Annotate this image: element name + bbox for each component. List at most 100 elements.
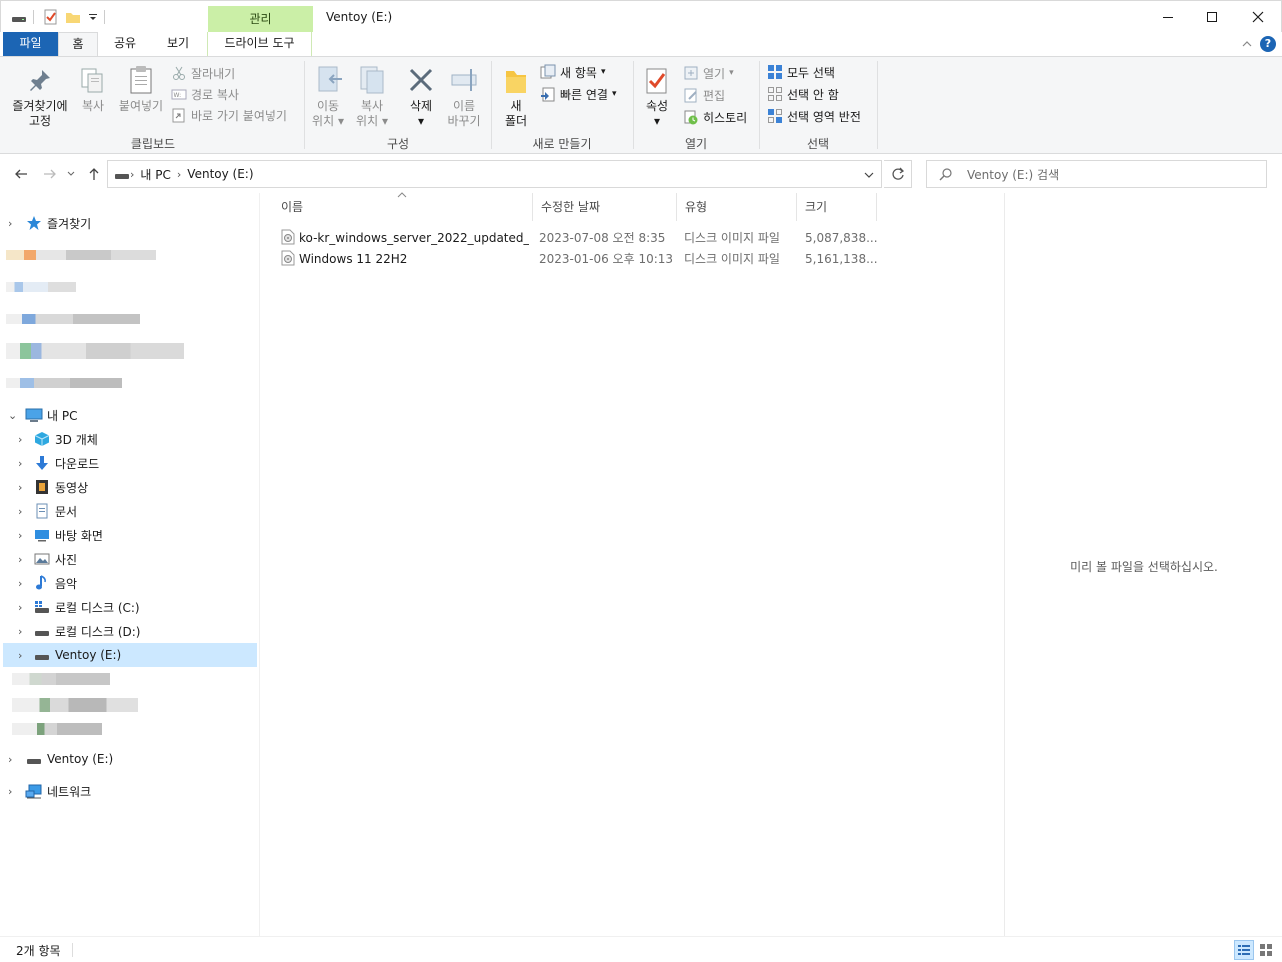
drive-icon (35, 655, 49, 660)
nav-item-3d-objects[interactable]: › 3D 개체 (0, 427, 258, 451)
address-bar[interactable]: › 내 PC › Ventoy (E:) (107, 160, 882, 188)
copy-icon (80, 67, 106, 95)
chevron-down-icon[interactable]: ⌄ (8, 409, 17, 422)
breadcrumb-ventoy[interactable]: Ventoy (E:) (187, 167, 253, 181)
maximize-button[interactable] (1189, 1, 1235, 33)
nav-item-network[interactable]: › 네트워크 (0, 779, 258, 803)
back-button[interactable] (11, 164, 31, 184)
up-button[interactable] (84, 164, 104, 184)
delete-label: 삭제 (409, 99, 433, 113)
chevron-right-icon[interactable]: › (18, 649, 22, 662)
chevron-right-icon[interactable]: › (8, 785, 12, 798)
pin-to-quick-access-button[interactable]: 즐겨찾기에 고정 (4, 99, 76, 129)
nav-item-ventoy-root[interactable]: › Ventoy (E:) (0, 747, 258, 771)
nav-item-favorites[interactable]: › 즐겨찾기 (0, 211, 258, 235)
new-folder-icon[interactable] (65, 9, 81, 25)
move-to-button[interactable]: 이동 위치 ▾ (308, 99, 348, 129)
move-to-icon (316, 65, 346, 97)
details-view-icon (1238, 945, 1250, 955)
nav-item-documents[interactable]: › 문서 (0, 499, 258, 523)
new-folder-button[interactable]: 새 폴더 (496, 99, 536, 129)
details-view-button[interactable] (1234, 940, 1254, 960)
history-button[interactable]: 히스토리 (683, 107, 747, 127)
refresh-button[interactable] (884, 160, 912, 188)
table-row[interactable]: Windows 11 22H2 2023-01-06 오후 10:13 디스크 … (277, 248, 878, 269)
system-drive-icon (35, 601, 49, 613)
column-header-type[interactable]: 유형 (677, 193, 797, 221)
close-button[interactable] (1235, 1, 1281, 33)
tab-view[interactable]: 보기 (155, 32, 201, 56)
copy-button[interactable]: 복사 (76, 99, 110, 114)
nav-item-local-disk-c[interactable]: › 로컬 디스크 (C:) (0, 595, 258, 619)
column-header-size[interactable]: 크기 (797, 193, 877, 221)
chevron-right-icon[interactable]: › (8, 217, 12, 230)
large-icons-view-button[interactable] (1256, 940, 1276, 960)
chevron-right-icon[interactable]: › (18, 529, 22, 542)
new-item-button[interactable]: 새 항목 ▾ (540, 62, 605, 82)
tab-drive-tools[interactable]: 드라이브 도구 (207, 32, 312, 56)
tab-home[interactable]: 홈 (58, 32, 98, 57)
nav-item-ventoy-selected[interactable]: › Ventoy (E:) (3, 643, 257, 667)
cut-button[interactable]: 잘라내기 (171, 63, 235, 83)
chevron-right-icon[interactable]: › (18, 505, 22, 518)
group-separator (877, 61, 878, 149)
customize-toolbar-icon[interactable] (85, 9, 101, 25)
edit-button[interactable]: 편집 (683, 85, 725, 105)
arrow-right-icon (44, 169, 56, 179)
star-icon (27, 216, 41, 230)
address-dropdown-icon[interactable] (863, 169, 875, 181)
delete-button[interactable]: 삭제 ▾ (400, 99, 442, 129)
chevron-right-icon[interactable]: › (18, 553, 22, 566)
copy-path-button[interactable]: W: 경로 복사 (171, 84, 239, 104)
column-header-name[interactable]: 이름 (273, 193, 533, 221)
chevron-right-icon[interactable]: › (18, 577, 22, 590)
search-input[interactable]: Ventoy (E:) 검색 (926, 160, 1267, 188)
nav-item-local-disk-d[interactable]: › 로컬 디스크 (D:) (0, 619, 258, 643)
paste-shortcut-button[interactable]: 바로 가기 붙여넣기 (171, 105, 287, 125)
chevron-right-icon[interactable]: › (18, 481, 22, 494)
help-icon[interactable]: ? (1260, 36, 1276, 52)
drive-icon[interactable] (11, 9, 27, 25)
nav-item-desktop[interactable]: › 바탕 화면 (0, 523, 258, 547)
chevron-right-icon[interactable]: › (18, 625, 22, 638)
nav-item-downloads[interactable]: › 다운로드 (0, 451, 258, 475)
tab-manage[interactable]: 관리 (208, 6, 313, 33)
properties-icon[interactable] (43, 9, 59, 25)
file-type: 디스크 이미지 파일 (684, 252, 780, 266)
drive-icon (27, 759, 41, 764)
select-none-button[interactable]: 선택 안 함 (767, 84, 839, 104)
recent-locations-button[interactable] (64, 164, 78, 184)
rename-button[interactable]: 이름 바꾸기 (442, 99, 486, 129)
search-icon (939, 168, 952, 181)
properties-button[interactable]: 속성 ▾ (638, 99, 676, 129)
easy-access-icon (541, 87, 555, 102)
drive-icon (115, 174, 129, 179)
nav-item-videos[interactable]: › 동영상 (0, 475, 258, 499)
nav-item-music[interactable]: › 음악 (0, 571, 258, 595)
nav-label: 바탕 화면 (55, 528, 103, 543)
paste-button[interactable]: 붙여넣기 (113, 99, 169, 114)
easy-access-button[interactable]: 빠른 연결 ▾ (540, 84, 617, 104)
chevron-right-icon[interactable]: › (8, 753, 12, 766)
tab-file[interactable]: 파일 (3, 32, 58, 56)
breadcrumb-this-pc[interactable]: 내 PC (140, 166, 170, 183)
copy-path-label: 경로 복사 (191, 87, 239, 102)
divider (33, 10, 34, 24)
column-header-modified[interactable]: 수정한 날짜 (533, 193, 677, 221)
copyto-label-line1: 복사 (360, 99, 384, 113)
tab-share[interactable]: 공유 (103, 32, 147, 56)
copy-to-button[interactable]: 복사 위치 ▾ (350, 99, 394, 129)
open-button[interactable]: 열기 ▾ (683, 63, 734, 83)
minimize-button[interactable] (1145, 1, 1191, 33)
chevron-right-icon[interactable]: › (18, 601, 22, 614)
invert-selection-button[interactable]: 선택 영역 반전 (767, 106, 861, 126)
chevron-right-icon[interactable]: › (18, 433, 22, 446)
table-row[interactable]: ko-kr_windows_server_2022_updated_fe... … (277, 227, 878, 248)
forward-button[interactable] (40, 164, 60, 184)
nav-item-pictures[interactable]: › 사진 (0, 547, 258, 571)
collapse-ribbon-icon[interactable] (1240, 37, 1254, 51)
select-all-button[interactable]: 모두 선택 (767, 62, 835, 82)
new-item-label: 새 항목 (560, 65, 597, 80)
nav-item-this-pc[interactable]: ⌄ 내 PC (0, 403, 258, 427)
chevron-right-icon[interactable]: › (18, 457, 22, 470)
